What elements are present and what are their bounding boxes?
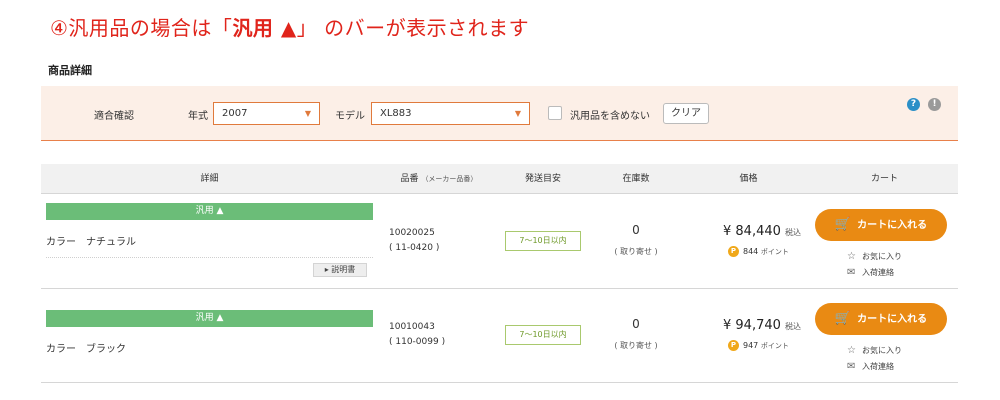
favorite-link[interactable]: ☆ お気に入り (847, 251, 902, 262)
star-icon: ☆ (847, 345, 856, 356)
restock-label: 入荷連絡 (862, 268, 894, 277)
stock-note: ( 取り寄せ ) (614, 341, 658, 350)
help-icon[interactable]: ? (907, 98, 920, 111)
fitment-label: 適合確認 (94, 111, 134, 122)
divider (46, 257, 373, 258)
cart-icon: 🛒 (834, 311, 852, 326)
header-shipping: 発送目安 (524, 174, 561, 184)
star-icon: ☆ (847, 251, 856, 262)
price: ¥ 94,740 税込 (723, 318, 801, 333)
price: ¥ 84,440 税込 (723, 224, 801, 239)
header-stock: 在庫数 (622, 174, 650, 184)
header-price: 価格 (739, 174, 758, 184)
add-to-cart-button[interactable]: 🛒 カートに入れる (815, 209, 947, 241)
restock-notify-link[interactable]: ✉ 入荷連絡 (847, 361, 894, 372)
model-select[interactable]: XL883 ▼ (371, 102, 530, 125)
header-cart: カート (870, 174, 898, 184)
restock-notify-link[interactable]: ✉ 入荷連絡 (847, 267, 894, 278)
mail-icon: ✉ (847, 267, 856, 278)
part-number: 10010043 (389, 322, 435, 332)
points-unit: ポイント (760, 248, 789, 256)
point-icon: P (728, 340, 739, 351)
mail-icon: ✉ (847, 361, 856, 372)
shipping-badge: 7〜10日以内 (505, 231, 581, 251)
model-select-value: XL883 (380, 108, 412, 119)
maker-part-number: ( 110-0099 ) (389, 337, 446, 347)
point-icon: P (728, 246, 739, 257)
exclude-generic-checkbox[interactable] (548, 106, 562, 120)
table-row: 汎用 ▲ カラー ナチュラル ▸ 説明書 10020025 ( 11-0420 … (41, 195, 958, 289)
page-headline: ④汎用品の場合は「汎用 ▲」 のバーが表示されます (50, 12, 529, 41)
clear-button[interactable]: クリア (663, 103, 709, 124)
headline-suffix: 」 のバーが表示されます (296, 16, 530, 40)
year-select[interactable]: 2007 ▼ (213, 102, 320, 125)
tax-note: 税込 (785, 322, 802, 331)
part-number: 10020025 (389, 228, 435, 238)
favorite-label: お気に入り (862, 346, 902, 355)
shipping-badge: 7〜10日以内 (505, 325, 581, 345)
stock-count: 0 (632, 223, 640, 237)
points-unit: ポイント (760, 342, 789, 350)
points: P 844 ポイント (728, 246, 789, 257)
stock-count: 0 (632, 317, 640, 331)
section-title: 商品詳細 (48, 64, 92, 77)
info-icon[interactable]: ! (928, 98, 941, 111)
maker-part-number: ( 11-0420 ) (389, 243, 440, 253)
points-value: 947 (743, 341, 759, 350)
restock-label: 入荷連絡 (862, 362, 894, 371)
points-value: 844 (743, 247, 759, 256)
year-select-value: 2007 (222, 108, 248, 119)
color-text: カラー ブラック (46, 344, 126, 355)
stock-note: ( 取り寄せ ) (614, 247, 658, 256)
favorite-link[interactable]: ☆ お気に入り (847, 345, 902, 356)
headline-bold: 汎用 ▲ (232, 16, 297, 40)
points: P 947 ポイント (728, 340, 789, 351)
chevron-down-icon: ▼ (514, 109, 521, 118)
year-label: 年式 (188, 111, 208, 122)
header-detail: 詳細 (200, 174, 219, 184)
add-to-cart-label: カートに入れる (857, 220, 928, 231)
table-row: 汎用 ▲ カラー ブラック 10010043 ( 110-0099 ) 7〜10… (41, 289, 958, 383)
header-part-no-note: （メーカー品番） (421, 175, 478, 183)
header-part-no-label: 品番 (400, 174, 419, 184)
favorite-label: お気に入り (862, 252, 902, 261)
model-label: モデル (335, 111, 365, 122)
add-to-cart-button[interactable]: 🛒 カートに入れる (815, 303, 947, 335)
cart-icon: 🛒 (834, 217, 852, 232)
chevron-down-icon: ▼ (304, 109, 311, 118)
generic-toggle-bar[interactable]: 汎用 ▲ (46, 203, 373, 220)
add-to-cart-label: カートに入れる (857, 314, 928, 325)
fitment-filter-bar: 適合確認 年式 2007 ▼ モデル XL883 ▼ 汎用品を含めない クリア … (41, 86, 958, 141)
headline-prefix: ④汎用品の場合は「 (50, 16, 233, 40)
exclude-generic-label: 汎用品を含めない (570, 111, 650, 122)
tax-note: 税込 (785, 228, 802, 237)
price-value: ¥ 84,440 (723, 224, 781, 239)
manual-button[interactable]: ▸ 説明書 (313, 263, 367, 277)
table-header: 詳細 品番 （メーカー品番） 発送目安 在庫数 価格 カート (41, 164, 958, 194)
generic-toggle-bar[interactable]: 汎用 ▲ (46, 310, 373, 327)
price-value: ¥ 94,740 (723, 318, 781, 333)
color-text: カラー ナチュラル (46, 237, 136, 248)
header-part-no: 品番 （メーカー品番） (378, 164, 500, 194)
